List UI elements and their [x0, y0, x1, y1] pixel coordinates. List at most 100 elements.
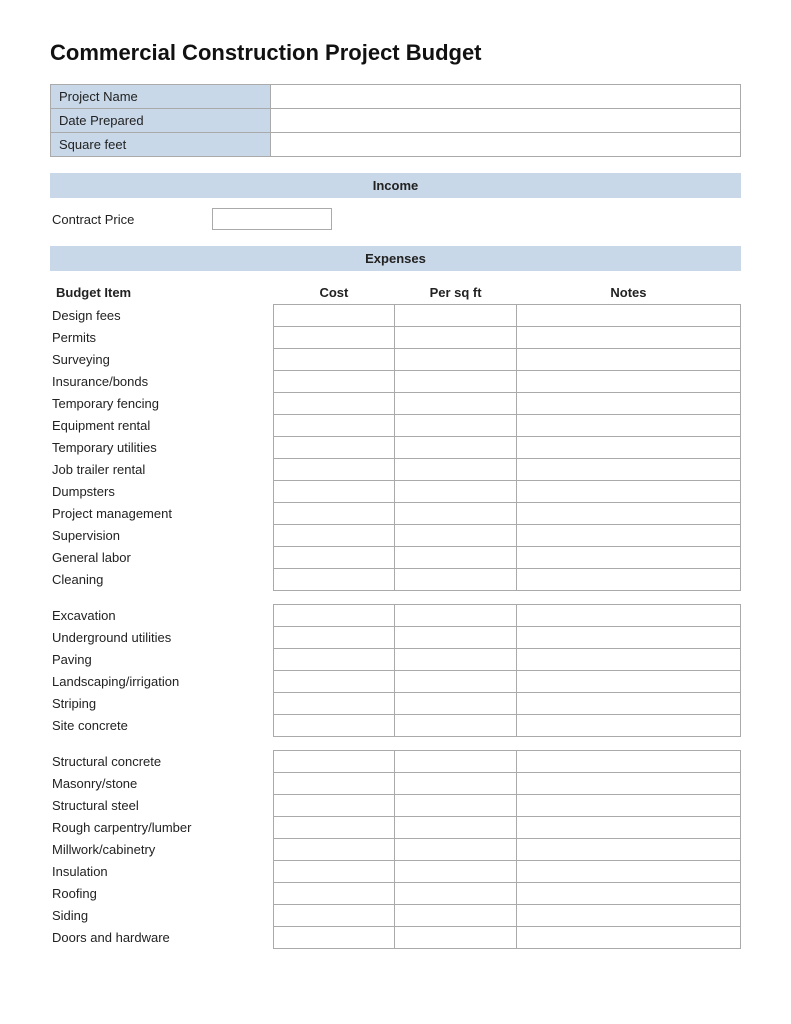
- budget-item-notes[interactable]: [516, 437, 740, 459]
- col-header-persqft: Per sq ft: [395, 281, 517, 305]
- budget-item-notes[interactable]: [516, 525, 740, 547]
- budget-item-cost[interactable]: [273, 415, 395, 437]
- budget-item-notes[interactable]: [516, 795, 740, 817]
- budget-item-cost[interactable]: [273, 305, 395, 327]
- budget-item-cost[interactable]: [273, 605, 395, 627]
- budget-item-persqft[interactable]: [395, 627, 517, 649]
- budget-item-cost[interactable]: [273, 817, 395, 839]
- budget-item-cost[interactable]: [273, 861, 395, 883]
- budget-item-persqft[interactable]: [395, 861, 517, 883]
- info-label: Project Name: [51, 85, 271, 109]
- budget-item-persqft[interactable]: [395, 605, 517, 627]
- budget-item-cost[interactable]: [273, 481, 395, 503]
- budget-item-persqft[interactable]: [395, 715, 517, 737]
- budget-item-cost[interactable]: [273, 905, 395, 927]
- budget-row: Design fees: [50, 305, 741, 327]
- budget-item-cost[interactable]: [273, 795, 395, 817]
- budget-item-persqft[interactable]: [395, 481, 517, 503]
- budget-item-cost[interactable]: [273, 883, 395, 905]
- budget-item-cost[interactable]: [273, 371, 395, 393]
- expenses-header: Expenses: [50, 246, 741, 271]
- budget-item-notes[interactable]: [516, 547, 740, 569]
- budget-item-cost[interactable]: [273, 437, 395, 459]
- contract-price-input[interactable]: [212, 208, 332, 230]
- budget-item-cost[interactable]: [273, 459, 395, 481]
- budget-item-notes[interactable]: [516, 773, 740, 795]
- budget-item-cost[interactable]: [273, 327, 395, 349]
- budget-row: Underground utilities: [50, 627, 741, 649]
- budget-item-persqft[interactable]: [395, 305, 517, 327]
- budget-item-persqft[interactable]: [395, 415, 517, 437]
- budget-item-notes[interactable]: [516, 569, 740, 591]
- budget-item-notes[interactable]: [516, 627, 740, 649]
- budget-item-persqft[interactable]: [395, 649, 517, 671]
- budget-item-name: Insurance/bonds: [50, 371, 273, 393]
- budget-item-persqft[interactable]: [395, 883, 517, 905]
- budget-item-cost[interactable]: [273, 627, 395, 649]
- budget-item-cost[interactable]: [273, 927, 395, 949]
- budget-item-persqft[interactable]: [395, 349, 517, 371]
- budget-item-notes[interactable]: [516, 605, 740, 627]
- budget-item-persqft[interactable]: [395, 437, 517, 459]
- budget-item-persqft[interactable]: [395, 795, 517, 817]
- budget-item-notes[interactable]: [516, 817, 740, 839]
- budget-row: Excavation: [50, 605, 741, 627]
- budget-item-notes[interactable]: [516, 861, 740, 883]
- budget-item-notes[interactable]: [516, 459, 740, 481]
- budget-item-cost[interactable]: [273, 547, 395, 569]
- budget-item-persqft[interactable]: [395, 839, 517, 861]
- budget-item-notes[interactable]: [516, 393, 740, 415]
- budget-row: Structural concrete: [50, 751, 741, 773]
- budget-item-notes[interactable]: [516, 327, 740, 349]
- budget-item-persqft[interactable]: [395, 927, 517, 949]
- info-value[interactable]: [271, 85, 741, 109]
- budget-item-notes[interactable]: [516, 371, 740, 393]
- budget-item-cost[interactable]: [273, 569, 395, 591]
- budget-item-persqft[interactable]: [395, 503, 517, 525]
- budget-item-persqft[interactable]: [395, 773, 517, 795]
- budget-item-notes[interactable]: [516, 883, 740, 905]
- budget-item-persqft[interactable]: [395, 569, 517, 591]
- budget-item-cost[interactable]: [273, 503, 395, 525]
- budget-item-persqft[interactable]: [395, 371, 517, 393]
- budget-item-persqft[interactable]: [395, 905, 517, 927]
- budget-item-notes[interactable]: [516, 751, 740, 773]
- budget-item-persqft[interactable]: [395, 459, 517, 481]
- budget-item-notes[interactable]: [516, 415, 740, 437]
- budget-item-cost[interactable]: [273, 349, 395, 371]
- budget-item-cost[interactable]: [273, 649, 395, 671]
- budget-item-notes[interactable]: [516, 503, 740, 525]
- budget-item-cost[interactable]: [273, 773, 395, 795]
- budget-item-persqft[interactable]: [395, 671, 517, 693]
- budget-item-cost[interactable]: [273, 839, 395, 861]
- budget-item-persqft[interactable]: [395, 693, 517, 715]
- budget-item-cost[interactable]: [273, 393, 395, 415]
- budget-item-persqft[interactable]: [395, 525, 517, 547]
- budget-item-notes[interactable]: [516, 305, 740, 327]
- budget-item-persqft[interactable]: [395, 751, 517, 773]
- info-value[interactable]: [271, 109, 741, 133]
- info-value[interactable]: [271, 133, 741, 157]
- budget-item-name: Job trailer rental: [50, 459, 273, 481]
- budget-item-notes[interactable]: [516, 927, 740, 949]
- budget-item-notes[interactable]: [516, 649, 740, 671]
- budget-item-persqft[interactable]: [395, 547, 517, 569]
- budget-item-notes[interactable]: [516, 693, 740, 715]
- budget-item-notes[interactable]: [516, 715, 740, 737]
- budget-item-cost[interactable]: [273, 751, 395, 773]
- budget-item-persqft[interactable]: [395, 817, 517, 839]
- col-header-item: Budget Item: [50, 281, 273, 305]
- budget-item-notes[interactable]: [516, 905, 740, 927]
- budget-row: Dumpsters: [50, 481, 741, 503]
- budget-item-cost[interactable]: [273, 525, 395, 547]
- budget-item-notes[interactable]: [516, 349, 740, 371]
- budget-item-name: Roofing: [50, 883, 273, 905]
- budget-item-persqft[interactable]: [395, 393, 517, 415]
- budget-item-notes[interactable]: [516, 481, 740, 503]
- budget-item-persqft[interactable]: [395, 327, 517, 349]
- budget-item-notes[interactable]: [516, 839, 740, 861]
- budget-item-cost[interactable]: [273, 693, 395, 715]
- budget-item-notes[interactable]: [516, 671, 740, 693]
- budget-item-cost[interactable]: [273, 715, 395, 737]
- budget-item-cost[interactable]: [273, 671, 395, 693]
